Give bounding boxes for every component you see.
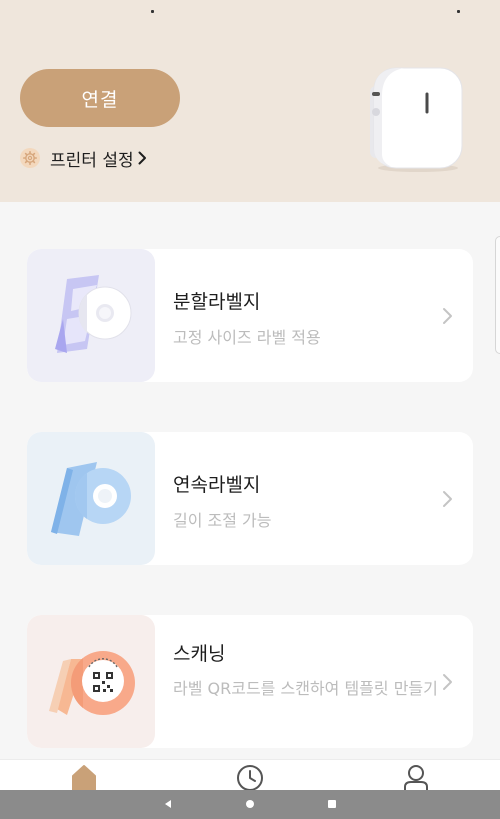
card-title: 연속라벨지 — [173, 474, 261, 496]
card-description: 라벨 QR코드를 스캔하여 템플릿 만들기 — [173, 679, 438, 698]
scan-label-roll-image — [27, 615, 155, 748]
nav-home[interactable] — [69, 762, 99, 792]
profile-icon — [404, 765, 428, 791]
card-split-label[interactable]: 분할라벨지 고정 사이즈 라벨 적용 — [27, 249, 473, 382]
nav-history[interactable] — [235, 762, 265, 791]
main-content: 분할라벨지 고정 사이즈 라벨 적용 연속라벨지 길이 조절 가능 스캐닝 라벨… — [0, 202, 500, 759]
card-scanning[interactable]: 스캐닝 라벨 QR코드를 스캔하여 템플릿 만들기 — [27, 615, 473, 748]
home-icon — [72, 765, 96, 792]
header: 연결 프린터 설정 — [0, 0, 500, 202]
chevron-right-icon — [441, 673, 455, 691]
card-title: 분할라벨지 — [173, 291, 261, 313]
continuous-label-roll-image — [27, 432, 155, 565]
chevron-right-icon — [441, 307, 455, 325]
recents-icon[interactable] — [324, 796, 340, 812]
back-icon[interactable] — [160, 796, 176, 812]
status-indicator-icon — [457, 10, 460, 13]
card-continuous-label[interactable]: 연속라벨지 길이 조절 가능 — [27, 432, 473, 565]
nav-profile[interactable] — [401, 762, 431, 791]
system-navigation-bar — [0, 790, 500, 819]
connect-button[interactable]: 연결 — [20, 69, 180, 127]
printer-settings-label: 프린터 설정 — [50, 150, 134, 171]
history-icon — [237, 765, 263, 791]
status-indicator-icon — [151, 10, 154, 13]
home-circle-icon[interactable] — [242, 796, 258, 812]
bottom-nav — [0, 759, 500, 792]
side-tab-handle[interactable] — [495, 236, 500, 354]
chevron-right-icon — [138, 151, 147, 165]
chevron-right-icon — [441, 490, 455, 508]
card-description: 고정 사이즈 라벨 적용 — [173, 328, 321, 347]
split-label-roll-image — [27, 249, 155, 382]
card-description: 길이 조절 가능 — [173, 511, 272, 530]
status-bar — [0, 0, 500, 26]
gear-icon — [20, 148, 40, 168]
printer-settings-link[interactable]: 프린터 설정 — [20, 145, 147, 171]
printer-image — [364, 62, 468, 174]
card-title: 스캐닝 — [173, 643, 226, 665]
